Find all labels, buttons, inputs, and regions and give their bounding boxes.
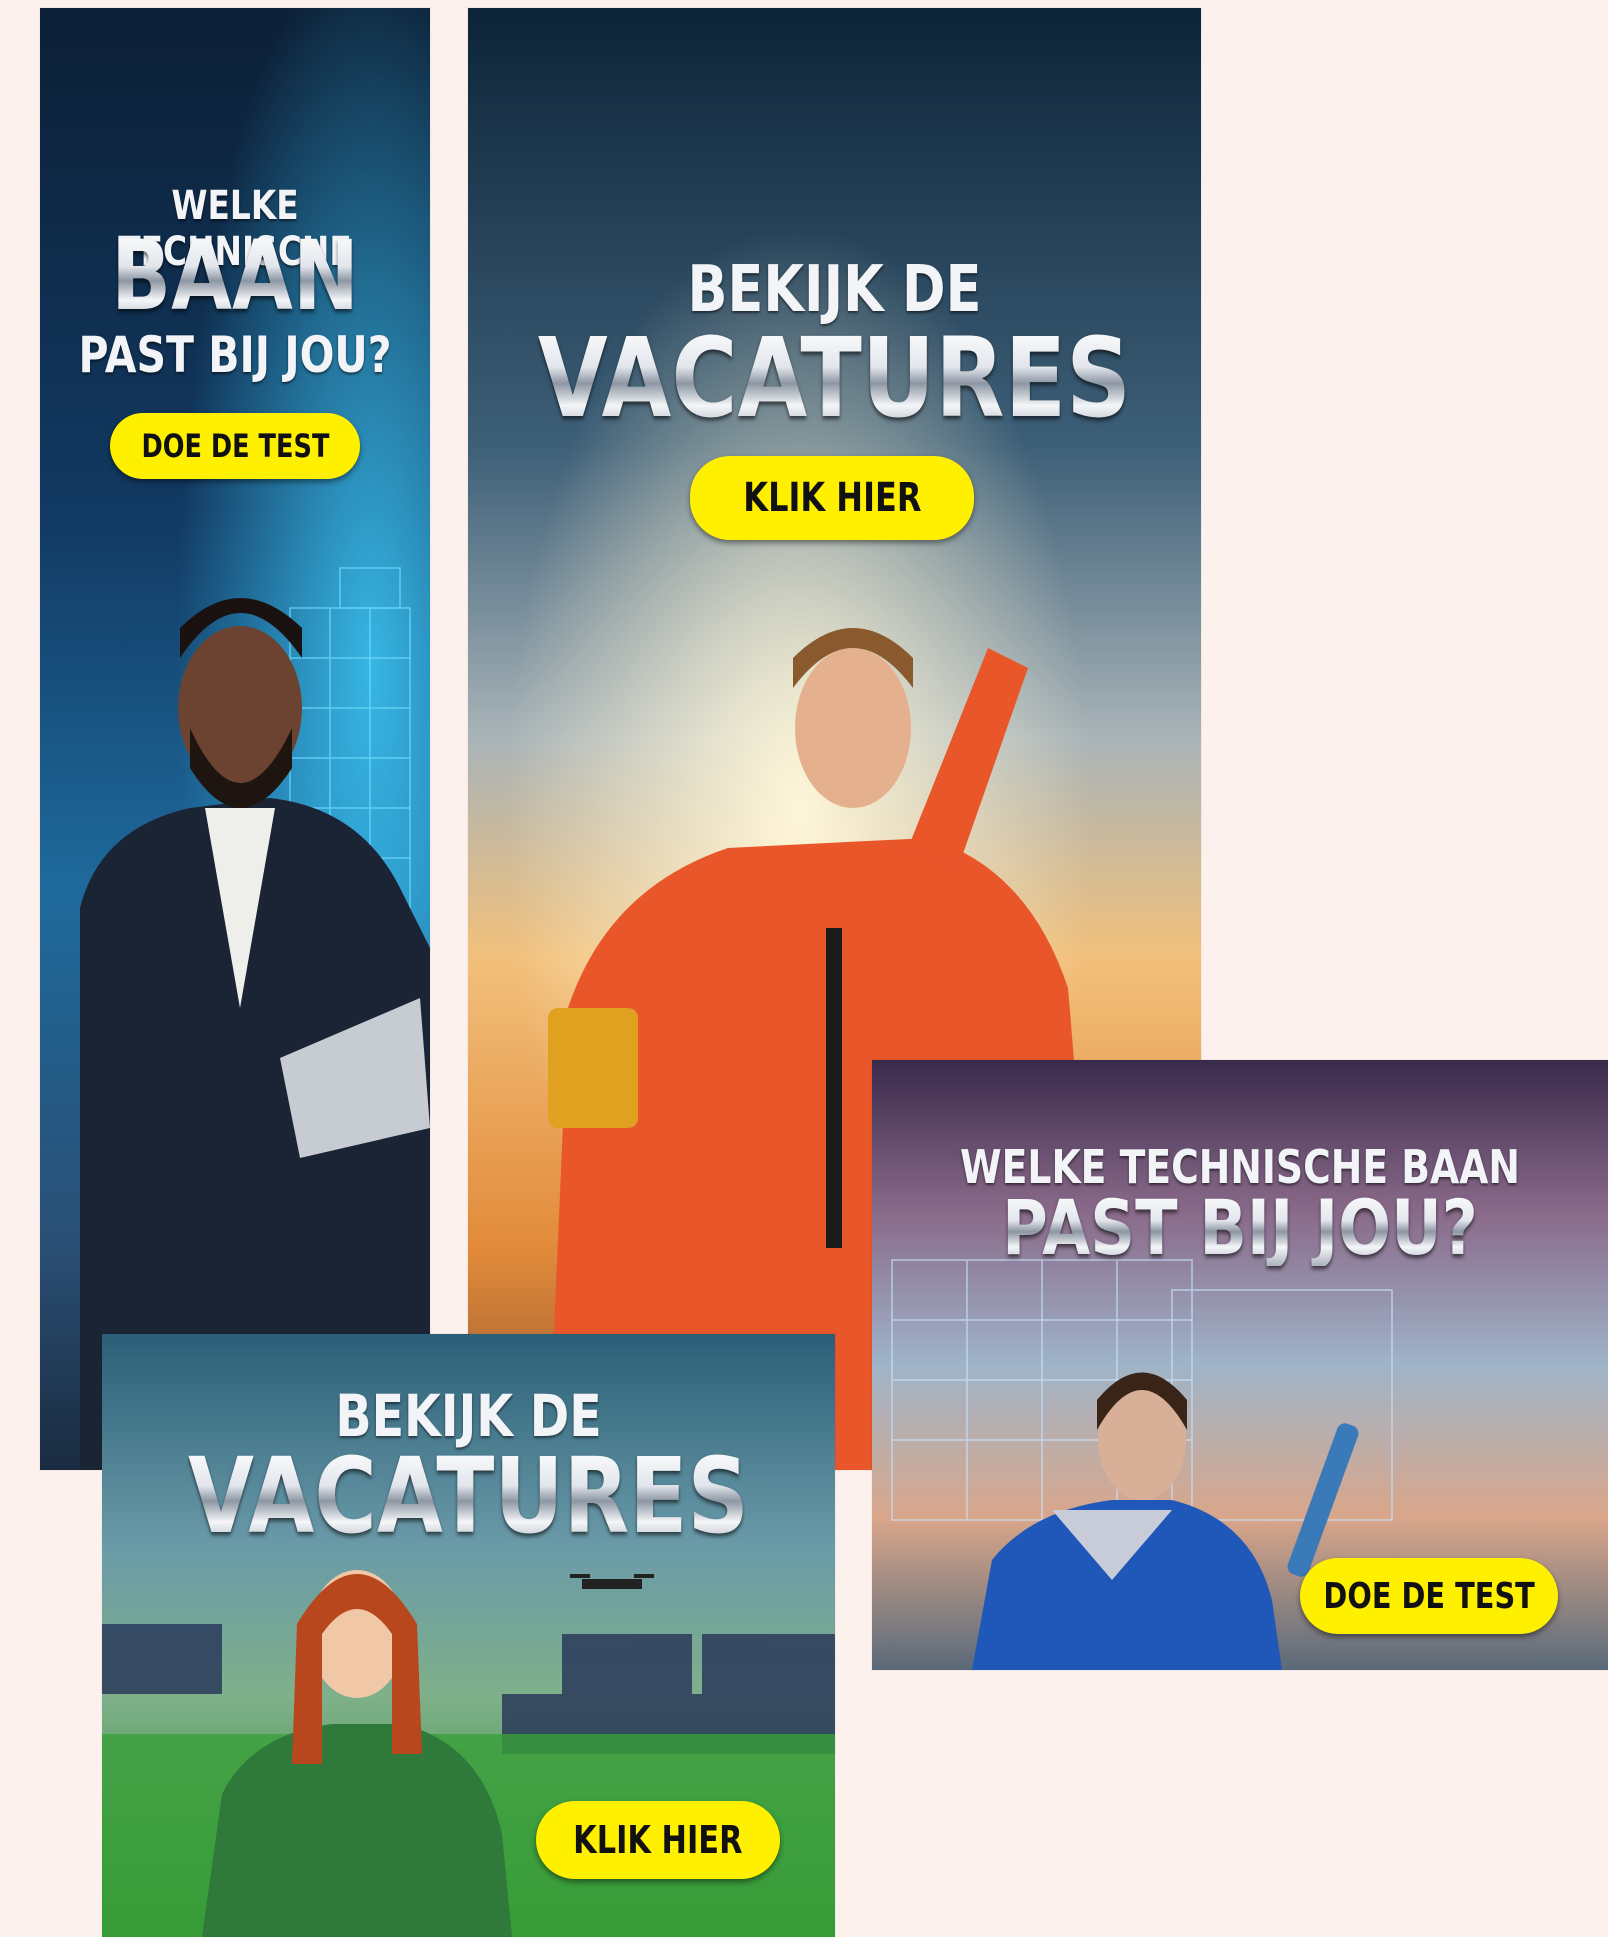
banner-square-bottom[interactable]: BEKIJK DE VACATURES KLIK HIER (102, 1334, 835, 1937)
headline-line-2: VACATURES (168, 1444, 769, 1548)
headline-line-3: PAST BIJ JOU? (78, 326, 392, 384)
cta-button[interactable]: DOE DE TEST (1300, 1558, 1558, 1634)
cta-label: DOE DE TEST (141, 427, 329, 465)
cta-button[interactable]: DOE DE TEST (110, 413, 360, 479)
headline-line-2: BAAN (75, 228, 395, 324)
banner-skyscraper-left[interactable]: WELKE TECHNISCHE BAAN PAST BIJ JOU? DOE … (40, 8, 430, 1470)
banner-rect-right[interactable]: WELKE TECHNISCHE BAAN PAST BIJ JOU? DOE … (872, 1060, 1608, 1670)
headline-line-2: PAST BIJ JOU? (938, 1190, 1542, 1266)
cta-label: KLIK HIER (573, 1818, 743, 1862)
cta-button[interactable]: KLIK HIER (536, 1801, 780, 1879)
cta-label: KLIK HIER (742, 475, 922, 521)
cta-label: DOE DE TEST (1323, 1575, 1535, 1617)
headline-line-2: VACATURES (534, 323, 1135, 433)
cta-button[interactable]: KLIK HIER (690, 456, 974, 540)
